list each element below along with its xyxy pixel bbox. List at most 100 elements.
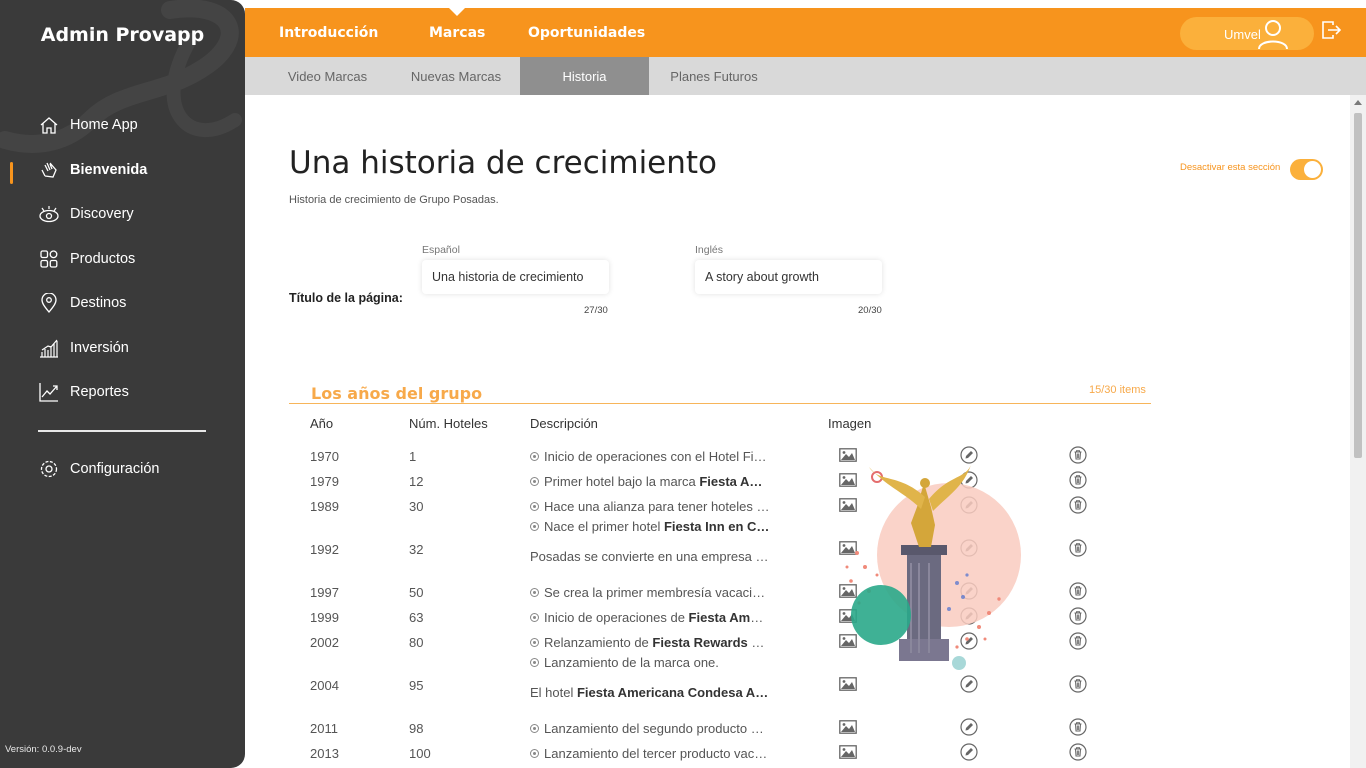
row-description: Nace el primer hotel Fiesta Inn en C…: [530, 519, 770, 534]
description-text: Posadas se convierte en una empresa …: [530, 549, 769, 564]
row-hotels: 30: [409, 499, 424, 514]
sidebar-item-label: Destinos: [70, 295, 127, 311]
spanish-char-counter: 27/30: [584, 305, 608, 316]
row-description: Hace una alianza para tener hoteles …: [530, 499, 770, 514]
bullet-icon: [530, 638, 539, 647]
sidebar-item-label: Reportes: [70, 384, 129, 400]
edit-icon[interactable]: [960, 718, 978, 741]
delete-icon[interactable]: [1069, 539, 1087, 562]
sidebar-item-label: Bienvenida: [70, 162, 148, 178]
row-hotels: 63: [409, 610, 424, 625]
col-header-image: Imagen: [828, 416, 872, 431]
delete-icon[interactable]: [1069, 496, 1087, 519]
bullet-icon: [530, 522, 539, 531]
bullet-icon: [530, 658, 539, 667]
sidebar-item-reportes[interactable]: Reportes: [38, 378, 129, 406]
section-toggle[interactable]: [1290, 159, 1323, 180]
page-title-label: Título de la página:: [289, 291, 403, 305]
image-icon[interactable]: [839, 677, 857, 696]
sidebar-item-label: Configuración: [70, 461, 160, 477]
app-version: Versión: 0.0.9-dev: [5, 744, 82, 755]
sidebar: Admin Provapp Home App Bienvenida Discov…: [0, 0, 245, 768]
title-spanish-input[interactable]: [422, 260, 609, 294]
sidebar-item-label: Inversión: [70, 340, 129, 356]
active-indicator: [10, 162, 13, 184]
toggle-label: Desactivar esta sección: [1180, 162, 1281, 173]
delete-icon[interactable]: [1069, 718, 1087, 741]
page-scrollbar[interactable]: [1350, 95, 1366, 768]
sidebar-item-inversion[interactable]: Inversión: [38, 334, 129, 362]
main-content: Una historia de crecimiento Historia de …: [245, 95, 1350, 768]
description-text: Hace una alianza para tener hoteles …: [544, 499, 770, 514]
row-year: 1979: [310, 474, 339, 489]
app-brand: Admin Provapp: [40, 24, 205, 46]
sidebar-item-bienvenida[interactable]: Bienvenida: [38, 156, 147, 184]
image-icon[interactable]: [839, 745, 857, 764]
row-description: Lanzamiento de la marca one.: [530, 655, 770, 670]
sub-nav: Video Marcas Nuevas Marcas Historia Plan…: [245, 57, 1366, 95]
edit-icon[interactable]: [960, 675, 978, 698]
col-header-hotels: Núm. Hoteles: [409, 416, 488, 431]
row-year: 1999: [310, 610, 339, 625]
subtab-nuevas-marcas[interactable]: Nuevas Marcas: [400, 57, 512, 95]
page-title: Una historia de crecimiento: [289, 145, 718, 181]
row-year: 2013: [310, 746, 339, 761]
sidebar-item-discovery[interactable]: Discovery: [38, 200, 134, 228]
delete-icon[interactable]: [1069, 675, 1087, 698]
active-tab-caret: [449, 8, 465, 16]
delete-icon[interactable]: [1069, 446, 1087, 469]
sidebar-item-productos[interactable]: Productos: [38, 245, 135, 273]
delete-icon[interactable]: [1069, 632, 1087, 655]
description-text: Inicio de operaciones de Fiesta Ame…: [544, 610, 770, 625]
logout-icon[interactable]: [1321, 20, 1342, 45]
english-char-counter: 20/30: [858, 305, 882, 316]
row-hotels: 50: [409, 585, 424, 600]
row-hotels: 95: [409, 678, 424, 693]
location-pin-icon: [38, 292, 60, 314]
subtab-planes-futuros[interactable]: Planes Futuros: [663, 57, 765, 95]
description-text: Relanzamiento de Fiesta Rewards e…: [544, 635, 770, 650]
sidebar-item-home-app[interactable]: Home App: [38, 111, 138, 139]
home-icon: [38, 114, 60, 136]
wave-hand-icon: [38, 159, 60, 181]
subtab-historia[interactable]: Historia: [520, 57, 649, 95]
user-menu-button[interactable]: Umvel: [1180, 17, 1314, 50]
description-text: Lanzamiento de la marca one.: [544, 655, 719, 670]
delete-icon[interactable]: [1069, 743, 1087, 766]
description-text: Nace el primer hotel Fiesta Inn en C…: [544, 519, 770, 534]
section-divider: [289, 403, 1151, 404]
tab-oportunidades[interactable]: Oportunidades: [528, 8, 645, 57]
description-text: Lanzamiento del tercer producto vac…: [544, 746, 768, 761]
bullet-icon: [530, 613, 539, 622]
col-header-description: Descripción: [530, 416, 598, 431]
row-hotels: 98: [409, 721, 424, 736]
row-year: 1970: [310, 449, 339, 464]
row-year: 2004: [310, 678, 339, 693]
bar-chart-icon: [38, 337, 60, 359]
grid-icon: [38, 248, 60, 270]
bullet-icon: [530, 477, 539, 486]
description-text: Lanzamiento del segundo producto v…: [544, 721, 770, 736]
sidebar-item-configuracion[interactable]: Configuración: [38, 455, 159, 483]
scrollbar-thumb[interactable]: [1354, 113, 1362, 458]
subtab-video-marcas[interactable]: Video Marcas: [275, 57, 380, 95]
row-description: Posadas se convierte en una empresa …: [530, 549, 770, 564]
top-nav: Introducción Marcas Oportunidades Umvel: [245, 8, 1366, 57]
row-description: Primer hotel bajo la marca Fiesta A…: [530, 474, 770, 489]
row-year: 1989: [310, 499, 339, 514]
delete-icon[interactable]: [1069, 471, 1087, 494]
sidebar-item-destinos[interactable]: Destinos: [38, 289, 126, 317]
description-text: Inicio de operaciones con el Hotel Fi…: [544, 449, 767, 464]
edit-icon[interactable]: [960, 743, 978, 766]
row-description: Lanzamiento del tercer producto vac…: [530, 746, 770, 761]
scroll-up-arrow[interactable]: [1354, 100, 1362, 105]
image-icon[interactable]: [839, 720, 857, 739]
row-description: Lanzamiento del segundo producto v…: [530, 721, 770, 736]
tab-introduccion[interactable]: Introducción: [279, 8, 378, 57]
delete-icon[interactable]: [1069, 582, 1087, 605]
english-label: Inglés: [695, 244, 724, 256]
row-description: Relanzamiento de Fiesta Rewards e…: [530, 635, 770, 650]
title-english-input[interactable]: [695, 260, 882, 294]
sidebar-item-label: Home App: [70, 117, 138, 133]
delete-icon[interactable]: [1069, 607, 1087, 630]
